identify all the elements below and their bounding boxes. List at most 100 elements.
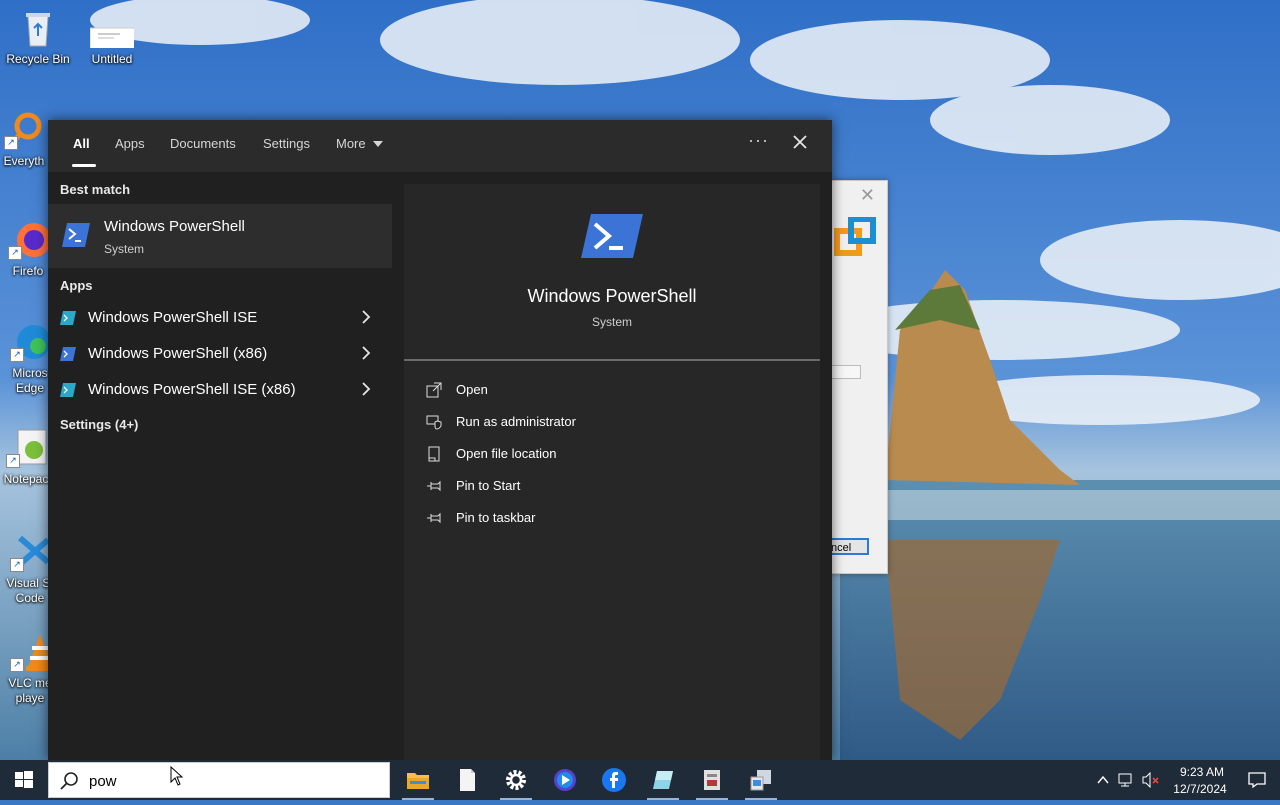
pin-icon <box>426 510 442 526</box>
notification-center-icon[interactable] <box>1248 771 1266 789</box>
windows-logo-icon <box>15 771 33 788</box>
magnifier-app-icon: ↗ <box>2 110 46 150</box>
powershell-large-icon <box>581 212 643 260</box>
chevron-up-icon[interactable] <box>1096 773 1110 787</box>
tab-more-label: More <box>336 136 366 151</box>
result-detail-pane: Windows PowerShell System Open Run as ad… <box>404 184 820 760</box>
shortcut-arrow-icon: ↗ <box>10 658 24 672</box>
shortcut-arrow-icon: ↗ <box>10 558 24 572</box>
taskbar-settings[interactable] <box>492 760 540 800</box>
powershell-icon <box>60 346 76 362</box>
firefox-icon: ↗ <box>6 220 51 260</box>
app-result-label: Windows PowerShell ISE (x86) <box>88 381 296 398</box>
shortcut-arrow-icon: ↗ <box>10 348 24 362</box>
best-match-title: Windows PowerShell <box>104 218 245 235</box>
caret-down-icon <box>373 141 384 147</box>
tab-settings[interactable]: Settings <box>263 136 310 151</box>
search-input[interactable] <box>89 769 369 793</box>
close-button[interactable] <box>788 130 812 154</box>
start-button[interactable] <box>0 760 48 800</box>
app-result-powershell-x86[interactable]: Windows PowerShell (x86) <box>48 337 392 371</box>
detail-title: Windows PowerShell <box>527 286 697 306</box>
best-match-item[interactable]: Windows PowerShell System <box>48 204 392 268</box>
recycle-bin-icon <box>16 8 60 48</box>
app-result-powershell-ise-x86[interactable]: Windows PowerShell ISE (x86) <box>48 373 392 407</box>
taskbar-network-app[interactable] <box>737 760 785 800</box>
document-thumbnail-icon <box>89 8 137 51</box>
notepad-plus-icon: ↗ <box>4 428 48 468</box>
app-result-powershell-ise[interactable]: Windows PowerShell ISE <box>48 301 392 335</box>
dialog-input-field[interactable] <box>831 365 861 379</box>
tab-apps[interactable]: Apps <box>115 136 145 151</box>
clock-date[interactable]: 12/7/2024 <box>1168 782 1232 796</box>
search-filter-bar: All Apps Documents Settings More ··· <box>48 120 832 172</box>
desktop-icon-recycle-bin[interactable]: Recycle Bin <box>0 8 76 67</box>
media-player-icon <box>554 769 576 791</box>
chevron-right-icon[interactable] <box>358 345 374 361</box>
powershell-icon <box>62 222 90 248</box>
facebook-icon <box>602 768 626 792</box>
settings-heading[interactable]: Settings (4+) <box>60 417 138 432</box>
more-options-button[interactable]: ··· <box>748 130 769 151</box>
desktop-icon-label: Untitled <box>91 52 133 66</box>
shortcut-arrow-icon: ↗ <box>6 454 20 468</box>
shortcut-arrow-icon: ↗ <box>8 246 22 260</box>
desktop-icon-label: Recycle Bin <box>6 52 70 66</box>
vlc-cone-icon: ↗ <box>8 632 54 672</box>
notepad-icon <box>460 769 475 791</box>
app-result-label: Windows PowerShell ISE <box>88 309 258 326</box>
app-result-label: Windows PowerShell (x86) <box>88 345 268 362</box>
network-app-icon <box>750 770 771 791</box>
file-explorer-icon <box>407 773 429 789</box>
tab-all[interactable]: All <box>73 136 90 151</box>
taskbar-facebook[interactable] <box>590 760 638 800</box>
taskbar-notepad[interactable] <box>443 760 491 800</box>
chevron-right-icon[interactable] <box>358 309 374 325</box>
action-open-file-location[interactable]: Open file location <box>426 441 806 467</box>
shortcut-arrow-icon: ↗ <box>4 136 18 150</box>
vscode-icon: ↗ <box>8 532 52 572</box>
pin-icon <box>426 478 442 494</box>
chevron-right-icon[interactable] <box>358 381 374 397</box>
volume-muted-icon[interactable] <box>1142 772 1160 788</box>
start-search-panel: All Apps Documents Settings More ··· Bes… <box>48 120 832 760</box>
edge-browser-icon: ↗ <box>8 322 52 362</box>
taskbar-app-tile[interactable] <box>639 760 687 800</box>
tab-documents[interactable]: Documents <box>170 136 236 151</box>
tab-more[interactable]: More <box>336 136 384 151</box>
network-icon[interactable] <box>1118 772 1136 788</box>
action-label: Pin to Start <box>456 478 521 493</box>
detail-divider <box>404 359 820 361</box>
action-label: Pin to taskbar <box>456 510 536 525</box>
powershell-ise-icon <box>60 310 76 326</box>
action-pin-to-start[interactable]: Pin to Start <box>426 473 806 499</box>
taskbar-search-box[interactable] <box>48 762 390 798</box>
action-open[interactable]: Open <box>426 377 806 403</box>
taskbar: 9:23 AM 12/7/2024 <box>0 760 1280 800</box>
best-match-subtitle: System <box>104 242 145 256</box>
shield-icon <box>426 414 442 430</box>
action-label: Open <box>456 382 488 397</box>
dialog-close-icon[interactable]: ✕ <box>860 185 875 206</box>
search-icon <box>59 771 79 791</box>
action-run-as-administrator[interactable]: Run as administrator <box>426 409 806 435</box>
mouse-cursor-icon <box>170 766 184 786</box>
clock-time[interactable]: 9:23 AM <box>1172 765 1232 779</box>
settings-gear-icon <box>506 770 526 790</box>
open-icon <box>426 382 442 398</box>
taskbar-document-app[interactable] <box>688 760 736 800</box>
document-app-icon <box>704 770 720 790</box>
taskbar-file-explorer[interactable] <box>394 760 442 800</box>
results-list: Best match Windows PowerShell System App… <box>48 172 392 760</box>
powershell-ise-icon <box>60 382 76 398</box>
file-location-icon <box>426 446 442 462</box>
best-match-heading: Best match <box>60 182 131 197</box>
detail-subtitle: System <box>591 315 632 329</box>
app-logo-icon <box>833 216 879 263</box>
action-pin-to-taskbar[interactable]: Pin to taskbar <box>426 505 806 531</box>
app-tile-icon <box>653 771 673 789</box>
desktop-icon-untitled[interactable]: Untitled <box>74 8 150 67</box>
action-label: Open file location <box>456 446 557 461</box>
system-tray: 9:23 AM 12/7/2024 <box>1090 760 1280 800</box>
taskbar-media-player[interactable] <box>541 760 589 800</box>
